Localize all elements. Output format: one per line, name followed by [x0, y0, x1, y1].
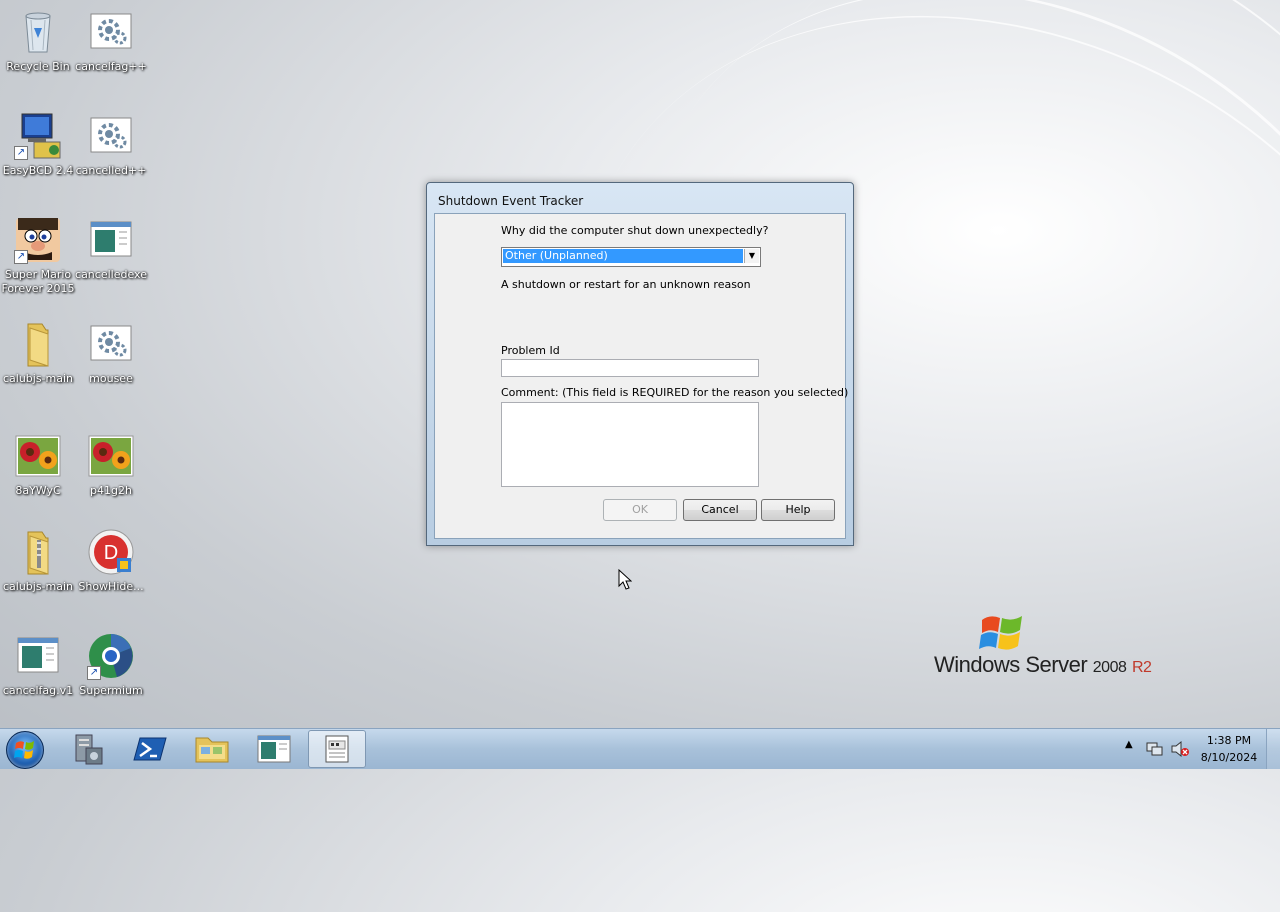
problem-id-label: Problem Id: [501, 344, 560, 357]
shutdown-question-label: Why did the computer shut down unexpecte…: [501, 224, 769, 237]
desktop-icon-super-mario[interactable]: ↗ Super Mario Forever 2015: [0, 216, 76, 296]
volume-muted-icon[interactable]: [1170, 740, 1190, 758]
desktop-icon-label: p41g2h: [90, 484, 132, 497]
explorer-folder-icon: [195, 737, 229, 763]
easybcd-icon: ↗: [14, 112, 62, 160]
ok-button[interactable]: OK: [603, 499, 677, 521]
supermium-icon: ↗: [87, 632, 135, 680]
gear-settings-icon: [87, 8, 135, 56]
windows-server-wordmark: Windows Server 2008 R2: [934, 652, 1152, 678]
desktop-icon-image-p41g2h[interactable]: p41g2h: [73, 432, 149, 498]
desktop-icon-label: mousee: [89, 372, 133, 385]
show-hidden-icons-chevron-icon[interactable]: ▲: [1125, 739, 1133, 750]
server-manager-icon: [75, 734, 103, 765]
taskbar-server-manager[interactable]: [60, 730, 116, 768]
windows-server-logo: Windows Server 2008 R2: [934, 612, 1154, 682]
network-icon[interactable]: [1146, 741, 1164, 757]
shortcut-arrow-icon: ↗: [87, 666, 101, 680]
zip-folder-icon: [14, 528, 62, 576]
desktop-icon-mousee[interactable]: mousee: [73, 320, 149, 386]
cancel-button[interactable]: Cancel: [683, 499, 757, 521]
taskbar: ▲ 1:38 PM 8/10/2024: [0, 728, 1280, 769]
window-app-icon: [257, 735, 291, 763]
taskbar-app-window[interactable]: [246, 730, 302, 768]
desktop-icon-cancelledexe[interactable]: cancelledexe: [73, 216, 149, 282]
window-app-icon: [14, 632, 62, 680]
desktop-icon-label: cancelled++: [75, 164, 147, 177]
desktop-icon-label: 8aYWyC: [15, 484, 61, 497]
desktop-icon-folder[interactable]: calubjs-main: [0, 320, 76, 386]
desktop-icon-easybcd[interactable]: ↗ EasyBCD 2.4: [0, 112, 76, 178]
windows-start-icon: [14, 741, 34, 759]
desktop-icon-label: cancelledexe: [75, 268, 147, 281]
gear-settings-icon: [87, 112, 135, 160]
showhide-icon: D: [87, 528, 135, 576]
windows-flag-icon: [979, 616, 1022, 650]
shutdown-reason-selected: Other (Unplanned): [502, 248, 744, 264]
product-name: Windows Server: [934, 652, 1088, 677]
product-edition: R2: [1132, 659, 1152, 676]
taskbar-powershell[interactable]: [122, 730, 178, 768]
desktop-icon-cancelfag-v1[interactable]: cancelfag.v1: [0, 632, 76, 698]
shutdown-event-tracker-dialog: Shutdown Event Tracker Why did the compu…: [426, 182, 854, 546]
dialog-title: Shutdown Event Tracker: [438, 194, 584, 208]
desktop-icon-label: Recycle Bin: [6, 60, 70, 73]
start-button[interactable]: [6, 731, 44, 769]
svg-text:D: D: [104, 542, 118, 564]
desktop-icon-label: ShowHide...: [78, 580, 144, 593]
desktop-icon-zip-folder[interactable]: calubjs-main: [0, 528, 76, 594]
clock-date[interactable]: 8/10/2024: [1198, 751, 1260, 764]
show-desktop-button[interactable]: [1266, 729, 1280, 769]
dialog-client-area: Why did the computer shut down unexpecte…: [434, 213, 849, 539]
desktop-icon-label: calubjs-main: [2, 372, 74, 385]
gear-settings-icon: [87, 320, 135, 368]
desktop-icon-label: cancelfag++: [75, 60, 147, 73]
taskbar-explorer[interactable]: [184, 730, 240, 768]
reason-description: A shutdown or restart for an unknown rea…: [501, 278, 751, 291]
desktop-icon-cancelfag-plus[interactable]: cancelfag++: [73, 8, 149, 74]
desktop-icon-image-8ayWyc[interactable]: 8aYWyC: [0, 432, 76, 498]
product-version: 2008: [1092, 659, 1127, 676]
desktop-icon-cancelled-plus[interactable]: cancelled++: [73, 112, 149, 178]
taskbar-shutdown-tracker[interactable]: [308, 730, 366, 768]
flower-image-icon: [14, 432, 62, 480]
shortcut-arrow-icon: ↗: [14, 250, 28, 264]
desktop-icon-recycle-bin[interactable]: Recycle Bin: [0, 8, 76, 74]
desktop-icon-supermium[interactable]: ↗ Supermium: [73, 632, 149, 698]
problem-id-input[interactable]: [501, 359, 759, 377]
mouse-cursor-icon: [618, 569, 632, 590]
clock-time[interactable]: 1:38 PM: [1198, 734, 1260, 747]
help-button[interactable]: Help: [761, 499, 835, 521]
desktop-icon-label: Supermium: [79, 684, 143, 697]
powershell-icon: [133, 737, 167, 761]
folder-icon: [14, 320, 62, 368]
desktop-icon-label: Super Mario Forever 2015: [1, 268, 75, 295]
desktop-icon-label: EasyBCD 2.4: [2, 164, 74, 177]
desktop-icon-label: calubjs-main: [2, 580, 74, 593]
shortcut-arrow-icon: ↗: [14, 146, 28, 160]
comment-textarea[interactable]: [501, 402, 759, 487]
shutdown-reason-dropdown[interactable]: Other (Unplanned) ▼: [501, 247, 761, 267]
shutdown-tracker-icon: [325, 735, 349, 763]
mario-icon: ↗: [14, 216, 62, 264]
desktop-icon-label: cancelfag.v1: [2, 684, 74, 697]
flower-image-icon: [87, 432, 135, 480]
comment-label: Comment: (This field is REQUIRED for the…: [501, 386, 849, 399]
window-app-icon: [87, 216, 135, 264]
desktop-icon-showhide[interactable]: D ShowHide...: [73, 528, 149, 594]
chevron-down-icon[interactable]: ▼: [744, 249, 759, 263]
recycle-bin-icon: [14, 8, 62, 56]
